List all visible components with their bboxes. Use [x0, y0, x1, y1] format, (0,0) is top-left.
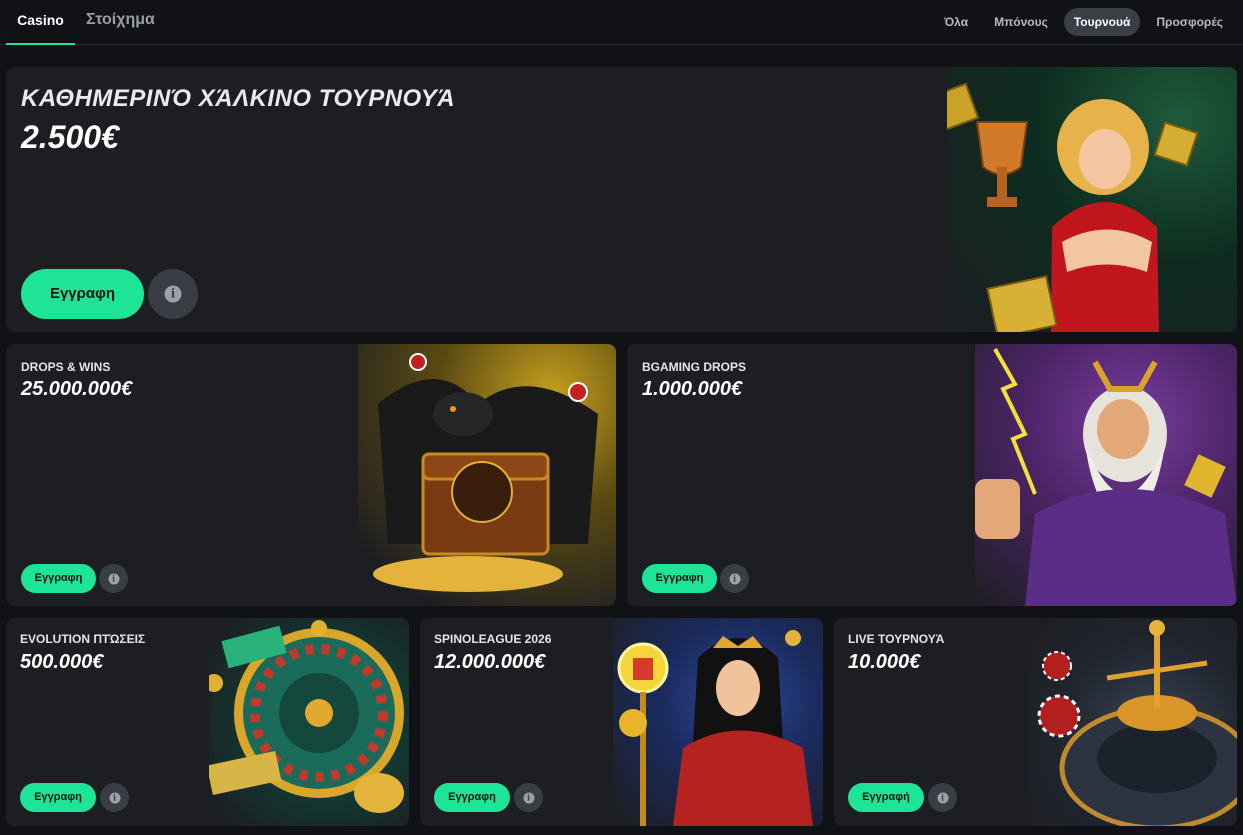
filter-bonus[interactable]: Μπόνους: [984, 8, 1058, 36]
info-icon: i: [109, 792, 120, 803]
zeus-lightning-icon: [975, 344, 1237, 606]
tab-betting[interactable]: Στοίχημα: [86, 0, 155, 45]
tournament-prize: 25.000.000€: [21, 378, 133, 400]
tournament-card-evolution-drops[interactable]: EVOLUTION ΠΤΏΣΕΙΣ 500.000€ Εγγραφη i: [6, 618, 409, 826]
tournament-card-bgaming-drops[interactable]: BGAMING DROPS 1.000.000€ Εγγραφη i: [627, 344, 1237, 606]
tournament-title: ΚΑΘΗΜΕΡΙΝΌ ΧΆΛΚΙΝΟ ΤΟΥΡΝΟΥΆ: [21, 85, 456, 112]
register-button[interactable]: Εγγραφη: [20, 783, 96, 812]
tournament-prize: 500.000€: [20, 651, 104, 673]
tournament-prize: 12.000.000€: [434, 651, 546, 673]
info-button[interactable]: i: [100, 783, 129, 812]
register-button[interactable]: Εγγραφη: [21, 269, 144, 319]
register-button[interactable]: Εγγραφή: [848, 783, 924, 812]
tournament-prize: 10.000€: [848, 651, 921, 673]
info-button[interactable]: i: [148, 269, 198, 319]
info-icon: i: [729, 573, 740, 584]
category-filters: Όλα Μπόνους Τουρνουά Προσφορές: [934, 8, 1233, 36]
roulette-bet-on-red-icon: [1027, 618, 1237, 826]
register-button[interactable]: Εγγραφη: [21, 564, 96, 593]
info-button[interactable]: i: [99, 564, 128, 593]
tournament-card-drops-wins[interactable]: DROPS & WINS 25.000.000€ Εγγραφη i: [6, 344, 616, 606]
tournament-title: EVOLUTION ΠΤΏΣΕΙΣ: [20, 632, 146, 646]
tournament-card-spinoleague[interactable]: SPINOLEAGUE 2026 12.000.000€ Εγγραφη i: [420, 618, 823, 826]
filter-all[interactable]: Όλα: [934, 8, 978, 36]
info-icon: i: [937, 792, 948, 803]
tournament-card-daily-bronze[interactable]: ΚΑΘΗΜΕΡΙΝΌ ΧΆΛΚΙΝΟ ΤΟΥΡΝΟΥΆ 2.500€ Εγγρα…: [6, 67, 1237, 332]
top-navigation: Casino Στοίχημα Όλα Μπόνους Τουρνουά Προ…: [0, 0, 1243, 45]
roulette-wheel-icon: [209, 618, 409, 826]
warrior-woman-staff-icon: [613, 618, 823, 826]
info-button[interactable]: i: [928, 783, 957, 812]
tournament-card-live[interactable]: LIVE ΤΟΥΡΝΟΥΆ 10.000€ Εγγραφή i: [834, 618, 1237, 826]
info-button[interactable]: i: [514, 783, 543, 812]
tournament-title: SPINOLEAGUE 2026: [434, 632, 552, 646]
info-button[interactable]: i: [720, 564, 749, 593]
tab-casino[interactable]: Casino: [6, 0, 75, 45]
tournament-title: DROPS & WINS: [21, 360, 111, 374]
pinup-woman-trophy-icon: [947, 67, 1237, 332]
filter-offers[interactable]: Προσφορές: [1146, 8, 1233, 36]
info-icon: i: [523, 792, 534, 803]
info-icon: i: [108, 573, 119, 584]
filter-tournaments[interactable]: Τουρνουά: [1063, 8, 1141, 36]
register-button[interactable]: Εγγραφη: [642, 564, 717, 593]
dragon-treasure-chest-icon: [358, 344, 616, 606]
tournament-prize: 2.500€: [21, 119, 119, 155]
info-icon: i: [164, 285, 182, 303]
register-button[interactable]: Εγγραφη: [434, 783, 510, 812]
tournament-prize: 1.000.000€: [642, 378, 743, 400]
tournament-title: BGAMING DROPS: [642, 360, 747, 374]
tournament-title: LIVE ΤΟΥΡΝΟΥΆ: [848, 632, 945, 646]
